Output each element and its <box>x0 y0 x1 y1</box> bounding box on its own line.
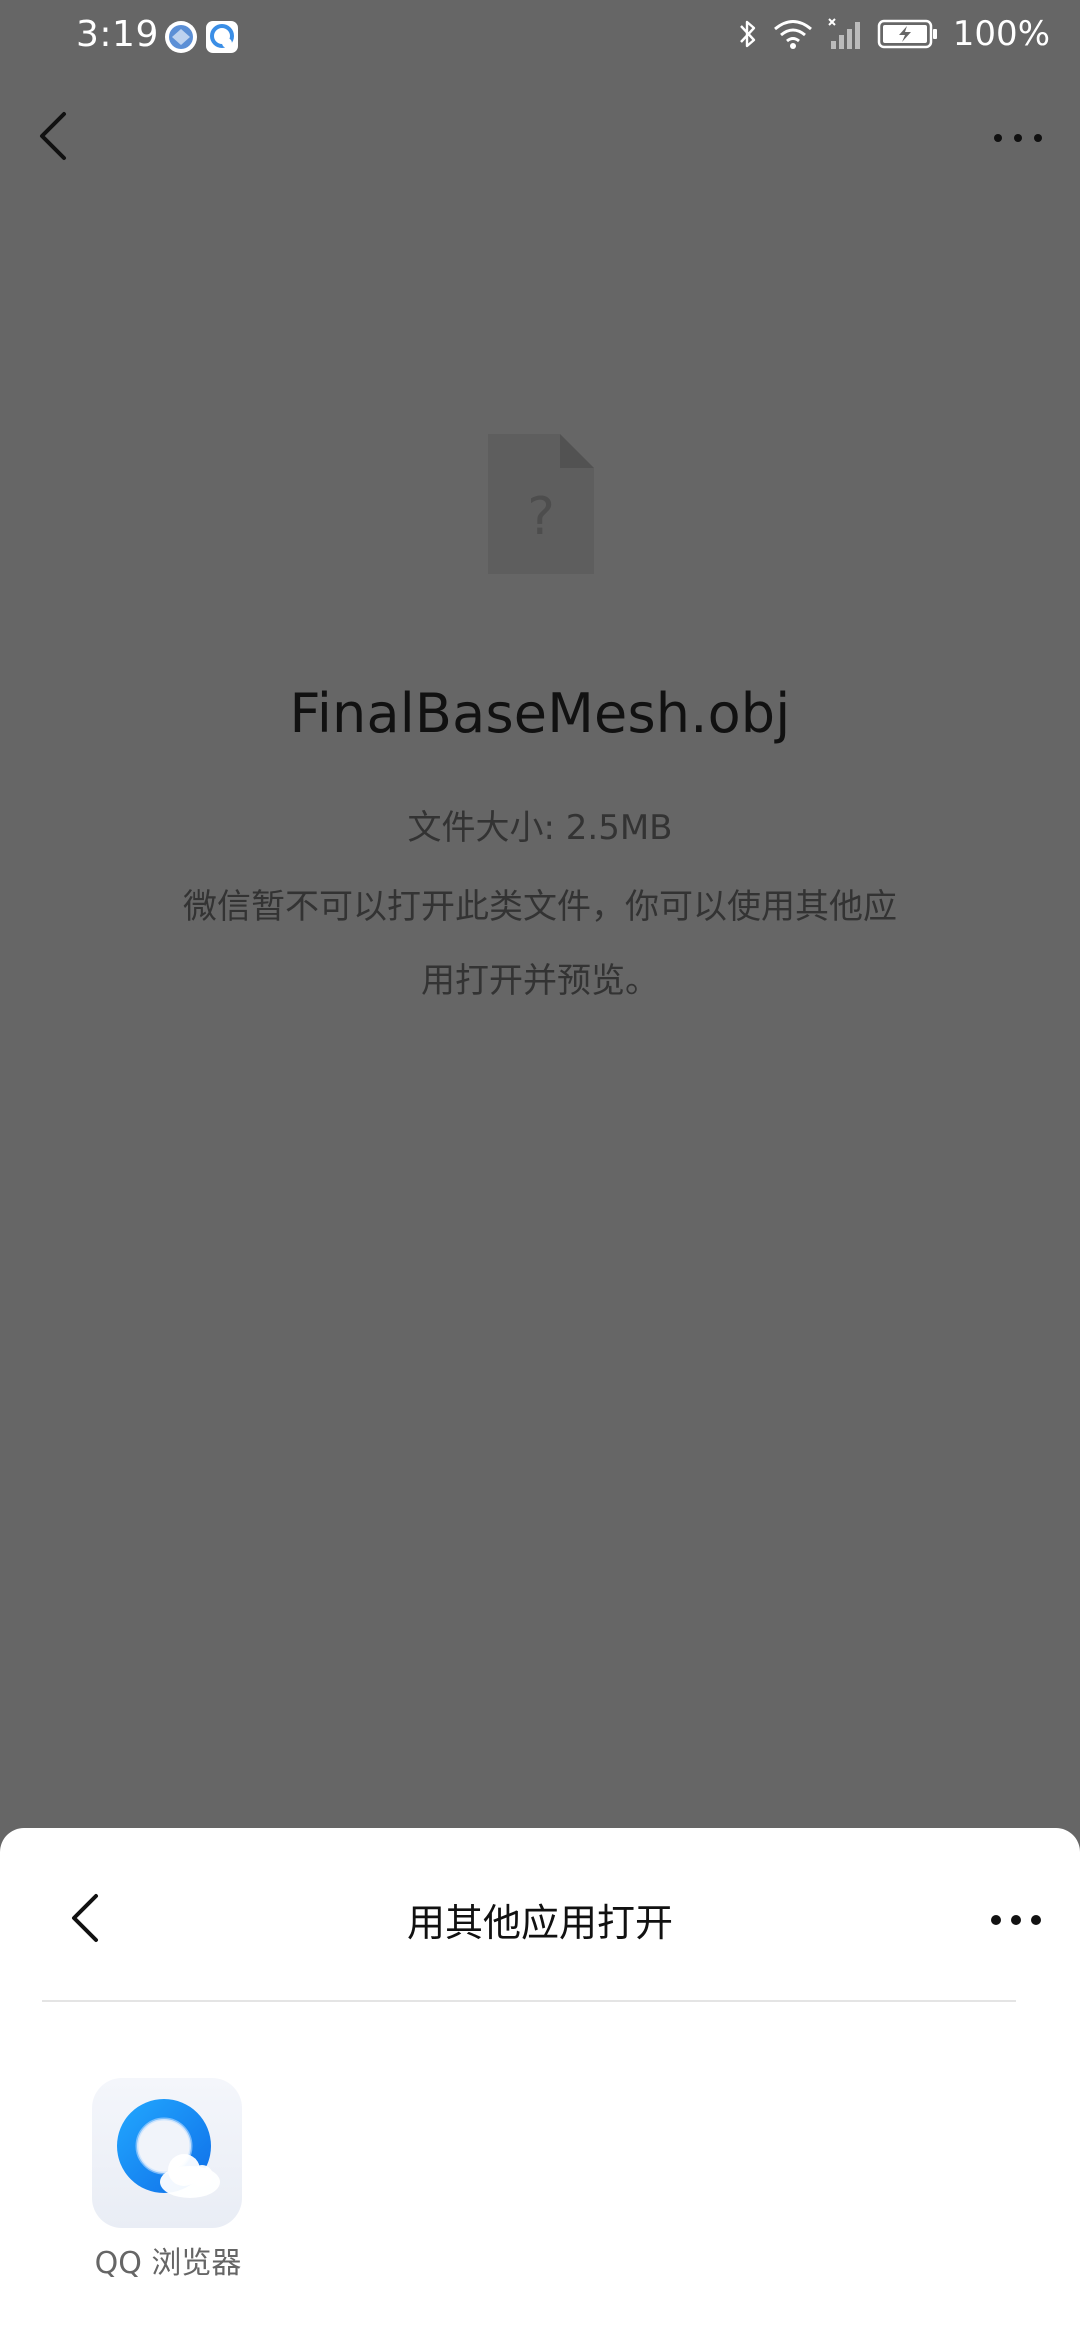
app-label: QQ 浏览器 <box>94 2246 242 2281</box>
unsupported-file-message: 微信暂不可以打开此类文件，你可以使用其他应用打开并预览。 <box>183 887 897 1001</box>
battery-charging-icon <box>877 19 937 49</box>
file-size: 文件大小: 2.5MB <box>407 808 673 848</box>
sheet-title: 用其他应用打开 <box>406 1901 673 1945</box>
status-time: 3:19 <box>76 14 159 55</box>
status-bar: 3:19 100% <box>0 0 1080 76</box>
back-button[interactable] <box>34 108 74 164</box>
battery-percent: 100% <box>952 14 1050 54</box>
browser-notification-icon <box>165 21 197 53</box>
sheet-more-icon[interactable] <box>990 1912 1042 1928</box>
bluetooth-icon <box>739 20 755 48</box>
qq-browser-notification-icon <box>206 21 238 53</box>
status-icons: 100% <box>737 14 1050 54</box>
signal-icon <box>828 18 860 49</box>
app-item-qq-browser[interactable]: QQ 浏览器 <box>68 2078 268 2281</box>
more-dots-icon[interactable] <box>992 130 1044 146</box>
svg-text:?: ? <box>527 487 555 547</box>
wifi-icon <box>773 20 812 49</box>
file-name: FinalBaseMesh.obj <box>289 682 791 745</box>
unknown-file-icon: ? <box>488 434 594 574</box>
qq-browser-icon <box>92 2078 242 2228</box>
sheet-divider <box>42 2000 1016 2002</box>
screen: 3:19 100% ? FinalBaseMesh.obj 文件大小: 2.5M… <box>0 0 1080 2340</box>
open-with-sheet: 用其他应用打开 QQ 浏览器 <box>0 1828 1080 2340</box>
